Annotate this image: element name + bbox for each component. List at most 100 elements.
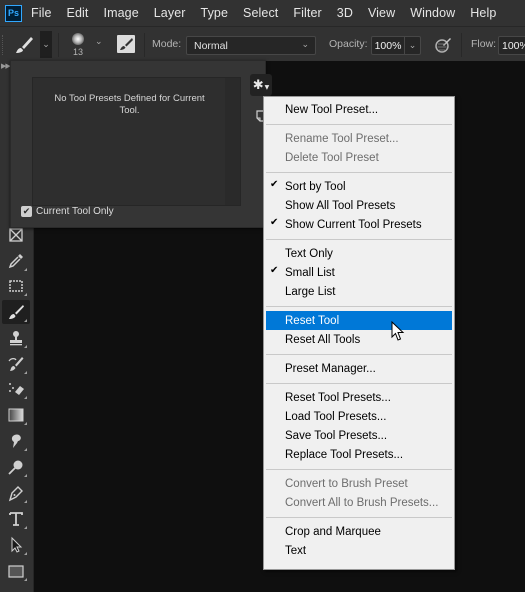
menu-item-load-tool-presets[interactable]: Load Tool Presets... [266,407,452,426]
tool-presets-panel: No Tool Presets Defined for Current Tool… [10,60,272,228]
tool-preset-list[interactable]: No Tool Presets Defined for Current Tool… [32,77,241,206]
brush-panel-toggle-button[interactable] [117,35,135,53]
menu-type[interactable]: Type [201,6,229,20]
flow-label: Flow: [471,38,497,50]
menu-item-label: Text [285,544,307,557]
menu-image[interactable]: Image [104,6,139,20]
menu-item-preset-manager[interactable]: Preset Manager... [266,359,452,378]
checkmark-icon: ✔ [270,265,279,276]
opacity-input[interactable]: 100% [371,36,405,55]
menu-item-replace-tool-presets[interactable]: Replace Tool Presets... [266,445,452,464]
preset-list-scrollbar[interactable] [225,78,240,205]
blur-tool-button[interactable] [2,429,30,453]
menu-item-label: Show Current Tool Presets [285,218,422,231]
eyedropper-tool-button[interactable] [2,249,30,273]
tool-preset-dropdown-button[interactable]: ⌄ [40,31,52,58]
menu-item-label: Reset Tool [285,314,340,327]
tool-flyout-indicator [24,526,27,529]
tool-flyout-indicator [24,293,27,296]
pressure-opacity-icon[interactable] [434,36,452,54]
empty-presets-message: No Tool Presets Defined for Current Tool… [54,93,205,116]
menu-item-reset-all-tools[interactable]: Reset All Tools [266,330,452,349]
menu-item-text-only[interactable]: Text Only [266,244,452,263]
options-bar-grip[interactable] [2,35,6,55]
menu-separator [266,469,452,470]
menu-item-label: Text Only [285,247,333,260]
checkmark-icon: ✔ [270,217,279,228]
menu-item-crop-and-marquee[interactable]: Crop and Marquee [266,522,452,541]
menu-file[interactable]: File [31,6,52,20]
menu-item-label: Replace Tool Presets... [285,448,404,461]
panel-collapse-icon[interactable]: ▶▶ [1,62,11,70]
gradient-tool-button[interactable] [2,403,30,427]
current-tool-only-label: Current Tool Only [36,206,114,217]
eraser-tool-button[interactable] [2,377,30,401]
panel-menu-button[interactable]: ✱ ▼ [250,74,272,96]
brush-picker-chevron-icon[interactable]: ⌄ [95,37,103,47]
menu-bar: Ps File Edit Image Layer Type Select Fil… [0,0,525,26]
menu-separator [266,239,452,240]
stamp-icon [10,331,22,346]
caret-down-icon: ▼ [264,83,270,91]
tool-flyout-indicator [24,448,27,451]
opacity-label: Opacity: [329,38,368,50]
menu-filter[interactable]: Filter [293,6,321,20]
tool-flyout-indicator [24,578,27,581]
rectangle-tool-button[interactable] [2,559,30,583]
options-bar: ⌄ 13 ⌄ Mode: Normal ⌄ Opacity: 100% ⌄ Fl… [0,26,525,61]
menu-item-save-tool-presets[interactable]: Save Tool Presets... [266,426,452,445]
menu-item-show-all-tool-presets[interactable]: Show All Tool Presets [266,196,452,215]
mode-label: Mode: [152,38,182,50]
smudge-icon [11,434,21,448]
magic-eraser-icon [9,383,24,395]
history-brush-tool-button[interactable] [2,352,30,376]
tool-preset-brush-icon[interactable] [14,36,34,54]
mode-select[interactable]: Normal ⌄ [186,36,316,55]
menu-3d[interactable]: 3D [337,6,353,20]
menu-item-show-current-tool-presets[interactable]: ✔ Show Current Tool Presets [266,215,452,234]
photoshop-logo: Ps [5,4,22,22]
tool-flyout-indicator [24,371,27,374]
menu-separator [266,517,452,518]
brush-tip-preview-icon[interactable] [72,33,84,45]
mouse-cursor-icon [391,321,405,341]
menu-view[interactable]: View [368,6,395,20]
history-brush-icon [8,357,24,371]
brush-tool-button[interactable] [2,300,30,324]
menu-item-label: Save Tool Presets... [285,429,388,442]
clone-stamp-tool-button[interactable] [2,326,30,350]
menu-item-label: Reset Tool Presets... [285,391,391,404]
pen-tool-button[interactable] [2,481,30,505]
dodge-tool-button[interactable] [2,455,30,479]
opacity-dropdown-button[interactable]: ⌄ [405,36,421,55]
menu-help[interactable]: Help [470,6,496,20]
menu-item-small-list[interactable]: ✔ Small List [266,263,452,282]
current-tool-only-checkbox[interactable]: ✔ [21,206,32,217]
current-tool-only-row[interactable]: ✔ Current Tool Only [21,206,114,217]
menu-item-large-list[interactable]: Large List [266,282,452,301]
spot-healing-tool-button[interactable] [2,274,30,298]
checkmark-icon: ✔ [270,179,279,190]
menu-item-sort-by-tool[interactable]: ✔ Sort by Tool [266,177,452,196]
menu-layer[interactable]: Layer [154,6,186,20]
chevron-down-icon: ⌄ [301,39,309,49]
menu-item-label: Small List [285,266,335,279]
menu-edit[interactable]: Edit [67,6,89,20]
path-selection-tool-button[interactable] [2,533,30,557]
menu-item-label: Large List [285,285,336,298]
type-tool-button[interactable] [2,507,30,531]
flow-input[interactable]: 100% [498,36,525,55]
menu-window[interactable]: Window [410,6,455,20]
menu-item-text[interactable]: Text [266,541,452,560]
menu-item-reset-tool-presets[interactable]: Reset Tool Presets... [266,388,452,407]
tool-flyout-indicator [24,319,27,322]
mode-value: Normal [194,39,228,52]
rectangle-icon [8,565,24,578]
tool-flyout-indicator [24,345,27,348]
menu-item-label: Load Tool Presets... [285,410,387,423]
menu-item-reset-tool[interactable]: Reset Tool [266,311,452,330]
menu-select[interactable]: Select [243,6,278,20]
tool-presets-context-menu: New Tool Preset... Rename Tool Preset... D… [263,96,455,570]
dodge-icon [8,460,23,475]
menu-item-new-tool-preset[interactable]: New Tool Preset... [266,100,452,119]
